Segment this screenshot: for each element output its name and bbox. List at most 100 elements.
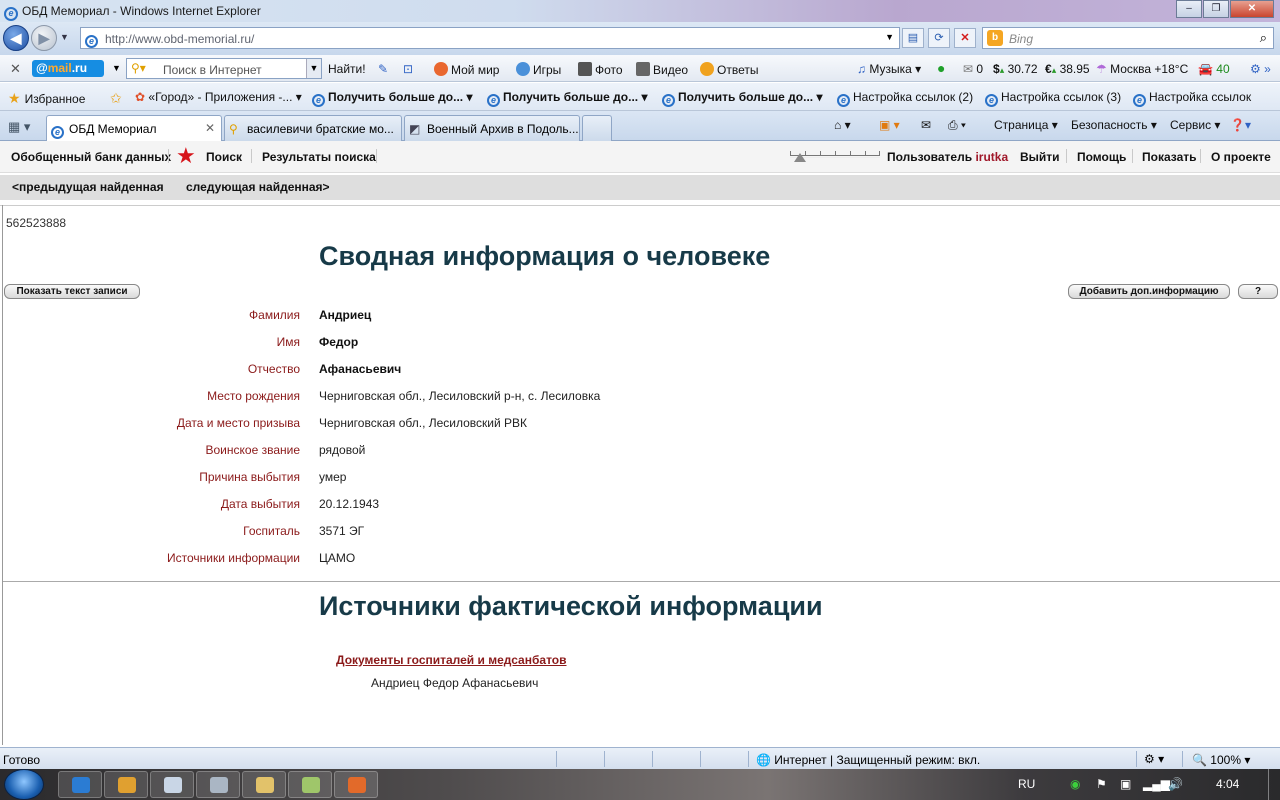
mailru-dropdown-icon[interactable]: ▼ [112,63,121,73]
mailru-item-answers[interactable]: Ответы [700,62,758,77]
taskbar-calculator[interactable] [196,771,240,798]
taskbar-app-3[interactable] [334,771,378,798]
taskbar-app-2[interactable] [288,771,332,798]
nav-bank[interactable]: Обобщенный банк данных [11,150,171,164]
new-tab-button[interactable] [582,115,612,141]
taskbar-explorer[interactable] [242,771,286,798]
fav-links-2[interactable]: e Настройка ссылок (2) [837,90,973,107]
flag-tray-icon[interactable]: ⚑ [1096,777,1107,791]
show-desktop-button[interactable] [1268,769,1280,800]
fav-links[interactable]: e Настройка ссылок [1133,90,1251,107]
eur-rate[interactable]: €▴ 38.95 [1045,62,1090,76]
hospital-documents-link[interactable]: Документы госпиталей и медсанбатов [336,653,567,667]
protected-mode-icon[interactable]: ⚙ ▾ [1144,752,1164,766]
windows-taskbar: RU ◉ ⚑ ▣ ▂▄▆ 🔊 4:04 [0,769,1280,800]
mailru-search-dropdown-icon[interactable]: ▼ [306,59,321,78]
address-dropdown-icon[interactable]: ▼ [885,32,894,42]
mailru-find-button[interactable]: Найти! [328,62,366,76]
refresh-icon[interactable]: ⟳ [928,28,950,48]
minimize-button[interactable]: – [1176,0,1202,18]
usd-rate[interactable]: $▴ 30.72 [993,62,1038,76]
search-input[interactable]: b Bing ⌕ [982,27,1274,49]
add-favorite-icon[interactable]: ✩ [110,90,126,107]
font-size-slider[interactable] [790,150,880,162]
fav-links-3[interactable]: e Настройка ссылок (3) [985,90,1121,107]
agent-icon[interactable]: ● [937,60,945,76]
find-on-page-icon[interactable]: ⊡ [403,62,413,76]
mailru-item-photo[interactable]: Фото [578,62,623,77]
field-row-birthplace: Место рождения Черниговская обл., Лесило… [0,389,1280,407]
home-icon[interactable]: ⌂ ▾ [834,118,851,132]
field-row-date: Дата выбытия 20.12.1943 [0,497,1280,515]
security-menu[interactable]: Безопасность ▾ [1071,118,1157,132]
slider-thumb[interactable] [794,153,806,162]
forward-button[interactable]: ▶ [31,25,57,51]
nav-results[interactable]: Результаты поиска [262,150,376,164]
show-record-text-button[interactable]: Показать текст записи [4,284,140,299]
history-dropdown-icon[interactable]: ▼ [60,32,69,42]
help-icon[interactable]: ❓▾ [1230,118,1251,132]
signal-tray-icon[interactable]: ▂▄▆ [1143,777,1170,791]
field-row-rank: Воинское звание рядовой [0,443,1280,461]
fav-get-more-3[interactable]: e Получить больше до... ▾ [662,90,823,107]
close-toolbar-icon[interactable]: ✕ [10,61,21,77]
zoom-level[interactable]: 🔍 100% ▾ [1192,753,1250,767]
back-button[interactable]: ◀ [3,25,29,51]
agent-tray-icon[interactable]: ◉ [1070,777,1080,791]
field-row-surname: Фамилия Андриец [0,308,1280,326]
prev-found-link[interactable]: <предыдущая найденная [12,180,164,194]
ie-link-icon: e [662,94,675,107]
mail-counter[interactable]: ✉ 0 [963,62,983,76]
address-bar[interactable]: e http://www.obd-memorial.ru/ ▼ [80,27,900,49]
start-button[interactable] [4,769,44,800]
settings-icon[interactable]: ⚙ » [1250,62,1271,76]
volume-icon[interactable]: 🔊 [1168,777,1183,791]
close-window-button[interactable]: ✕ [1230,0,1274,18]
read-mail-icon[interactable]: ✉ [921,118,931,132]
show-link[interactable]: Показать [1142,150,1197,164]
service-menu[interactable]: Сервис ▾ [1170,118,1220,132]
taskbar-app[interactable] [150,771,194,798]
help-link[interactable]: Помощь [1077,150,1126,164]
language-indicator[interactable]: RU [1018,777,1035,791]
weather-widget[interactable]: ☂ Москва +18°C [1096,62,1188,76]
maximize-button[interactable]: ❐ [1203,0,1229,18]
mailru-search-input[interactable]: ⚲▾ Поиск в Интернет ▼ [126,58,322,79]
red-star-icon: ★ [176,143,196,168]
compatibility-icon[interactable]: ▤ [902,28,924,48]
stop-icon[interactable]: ✕ [954,28,976,48]
fav-get-more-1[interactable]: e Получить больше до... ▾ [312,90,473,107]
network-tray-icon[interactable]: ▣ [1120,777,1131,791]
fav-gorod[interactable]: ✿ «Город» - Приложения -... ▾ [135,90,302,104]
mailru-logo[interactable]: @mail.ru [32,60,104,77]
mailru-item-video[interactable]: Видео [636,62,688,77]
taskbar-media-player[interactable] [104,771,148,798]
print-icon[interactable]: ⎙ ▾ [948,118,966,133]
tab-obd-memorial[interactable]: e ОБД Мемориал ✕ [46,115,222,141]
about-link[interactable]: О проекте [1211,150,1271,164]
tab-military-archive[interactable]: ◩ Военный Архив в Подоль... [404,115,580,141]
mailru-item-games[interactable]: Игры [516,62,561,77]
close-tab-icon[interactable]: ✕ [205,121,215,135]
status-text: Готово [3,753,41,767]
favorites-star-icon: ★ [8,90,21,106]
tab-vasilevichi[interactable]: ⚲ василевичи братские мо... [224,115,402,141]
favorites-button[interactable]: ★ Избранное [8,90,85,107]
next-found-link[interactable]: следующая найденная> [186,180,330,194]
clock[interactable]: 4:04 [1216,777,1239,791]
mailru-music[interactable]: ♫ Музыка ▾ [857,62,921,76]
mailru-item-moy-mir[interactable]: Мой мир [434,62,499,77]
nav-search[interactable]: Поиск [206,150,242,164]
fav-get-more-2[interactable]: e Получить больше до... ▾ [487,90,648,107]
document-person-name: Андриец Федор Афанасьевич [371,676,539,690]
quick-tabs-icon[interactable]: ▦ ▾ [8,119,30,135]
feeds-icon[interactable]: ▣ ▾ [879,118,900,132]
logout-link[interactable]: Выйти [1020,150,1060,164]
highlight-icon[interactable]: ✎ [378,62,388,76]
search-icon[interactable]: ⌕ [1260,30,1267,46]
taskbar-ie[interactable] [58,771,102,798]
traffic-widget[interactable]: 🚘 40 [1198,62,1230,76]
page-menu[interactable]: Страница ▾ [994,118,1058,132]
help-button[interactable]: ? [1238,284,1278,299]
add-info-button[interactable]: Добавить доп.информацию [1068,284,1230,299]
